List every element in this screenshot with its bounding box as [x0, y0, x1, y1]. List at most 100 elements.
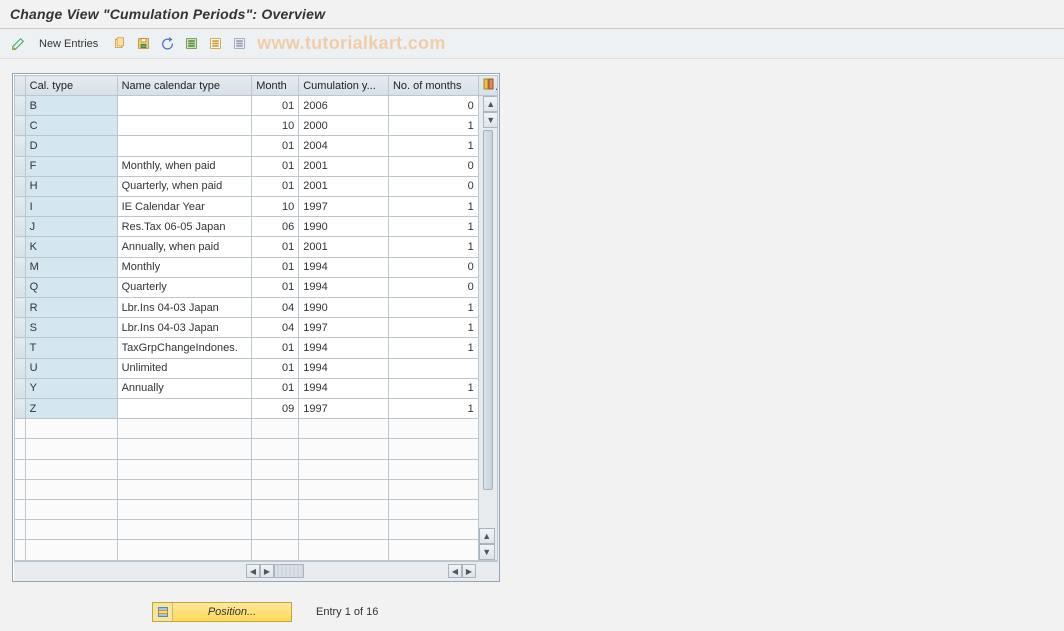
table-row[interactable]: HQuarterly, when paid0120010	[15, 176, 498, 196]
cell-no-months[interactable]: 1	[388, 217, 478, 237]
cell-cal-type[interactable]: S	[25, 318, 117, 338]
col-no-months[interactable]: No. of months	[388, 76, 478, 96]
cell-year[interactable]: 2001	[299, 237, 389, 257]
cumulation-periods-table[interactable]: Cal. type Name calendar type Month Cumul…	[14, 75, 498, 561]
cell-year[interactable]: 2004	[299, 136, 389, 156]
cell-no-months[interactable]: 1	[388, 136, 478, 156]
cell-no-months[interactable]: 0	[388, 257, 478, 277]
row-selector[interactable]	[15, 136, 26, 156]
cell-month[interactable]: 01	[252, 237, 299, 257]
cell-no-months[interactable]: 1	[388, 399, 478, 419]
table-row[interactable]: YAnnually0119941	[15, 378, 498, 398]
cell-no-months[interactable]: 1	[388, 318, 478, 338]
cell-cal-type[interactable]: C	[25, 116, 117, 136]
hscroll-left-icon[interactable]: ◀	[246, 564, 260, 578]
hscroll-thumb[interactable]	[274, 564, 304, 578]
cell-name[interactable]: IE Calendar Year	[117, 197, 252, 217]
cell-month[interactable]: 09	[252, 399, 299, 419]
cell-year[interactable]: 1994	[299, 257, 389, 277]
table-row[interactable]: JRes.Tax 06-05 Japan0619901	[15, 217, 498, 237]
cell-name[interactable]: Annually, when paid	[117, 237, 252, 257]
select-block-icon[interactable]	[205, 35, 225, 53]
cell-cal-type[interactable]: R	[25, 298, 117, 318]
cell-year[interactable]: 2001	[299, 156, 389, 176]
cell-year[interactable]: 1990	[299, 217, 389, 237]
cell-no-months[interactable]: 0	[388, 156, 478, 176]
cell-no-months[interactable]: 0	[388, 277, 478, 297]
cell-name[interactable]	[117, 96, 252, 116]
scroll-thumb[interactable]	[483, 130, 493, 490]
save-icon[interactable]	[133, 35, 153, 53]
cell-cal-type[interactable]: Y	[25, 378, 117, 398]
cell-no-months[interactable]: 1	[388, 378, 478, 398]
row-selector[interactable]	[15, 96, 26, 116]
cell-month[interactable]: 01	[252, 156, 299, 176]
cell-month[interactable]: 01	[252, 338, 299, 358]
cell-name[interactable]: Annually	[117, 378, 252, 398]
row-selector[interactable]	[15, 399, 26, 419]
cell-year[interactable]: 1994	[299, 358, 389, 378]
row-selector[interactable]	[15, 197, 26, 217]
cell-cal-type[interactable]: D	[25, 136, 117, 156]
cell-month[interactable]: 06	[252, 217, 299, 237]
change-icon[interactable]	[8, 35, 28, 53]
row-selector[interactable]	[15, 338, 26, 358]
table-row[interactable]: Z0919971	[15, 399, 498, 419]
scroll-down-icon-2[interactable]: ▼	[479, 544, 495, 560]
cell-cal-type[interactable]: T	[25, 338, 117, 358]
cell-month[interactable]: 10	[252, 116, 299, 136]
table-row[interactable]: KAnnually, when paid0120011	[15, 237, 498, 257]
cell-cal-type[interactable]: B	[25, 96, 117, 116]
undo-icon[interactable]	[157, 35, 177, 53]
cell-month[interactable]: 01	[252, 378, 299, 398]
cell-name[interactable]: Unlimited	[117, 358, 252, 378]
cell-name[interactable]	[117, 136, 252, 156]
rowheader-corner[interactable]	[15, 76, 26, 96]
cell-year[interactable]: 2001	[299, 176, 389, 196]
cell-month[interactable]: 01	[252, 136, 299, 156]
horizontal-scrollbar[interactable]: ◀ ▶ ◀ ▶	[14, 561, 498, 580]
cell-year[interactable]: 2006	[299, 96, 389, 116]
copy-icon[interactable]	[109, 35, 129, 53]
select-all-icon[interactable]	[181, 35, 201, 53]
cell-year[interactable]: 1994	[299, 338, 389, 358]
cell-name[interactable]: Quarterly	[117, 277, 252, 297]
cell-name[interactable]	[117, 399, 252, 419]
cell-name[interactable]: Monthly	[117, 257, 252, 277]
row-selector[interactable]	[15, 318, 26, 338]
col-month[interactable]: Month	[252, 76, 299, 96]
row-selector[interactable]	[15, 156, 26, 176]
new-entries-button[interactable]: New Entries	[32, 35, 105, 53]
row-selector[interactable]	[15, 217, 26, 237]
cell-cal-type[interactable]: I	[25, 197, 117, 217]
cell-month[interactable]: 01	[252, 257, 299, 277]
cell-no-months[interactable]: 1	[388, 338, 478, 358]
cell-no-months[interactable]: 0	[388, 96, 478, 116]
row-selector[interactable]	[15, 277, 26, 297]
cell-year[interactable]: 1997	[299, 318, 389, 338]
cell-name[interactable]: Lbr.Ins 04-03 Japan	[117, 318, 252, 338]
table-row[interactable]: TTaxGrpChangeIndones.0119941	[15, 338, 498, 358]
cell-cal-type[interactable]: J	[25, 217, 117, 237]
scroll-up-icon-2[interactable]: ▲	[479, 528, 495, 544]
scroll-up-icon[interactable]: ▲	[483, 96, 498, 112]
scroll-down-icon[interactable]: ▼	[483, 112, 498, 128]
row-selector[interactable]	[15, 116, 26, 136]
cell-no-months[interactable]: 1	[388, 298, 478, 318]
hscroll-right-icon-2[interactable]: ▶	[462, 564, 476, 578]
cell-month[interactable]: 01	[252, 176, 299, 196]
table-row[interactable]: SLbr.Ins 04-03 Japan0419971	[15, 318, 498, 338]
row-selector[interactable]	[15, 237, 26, 257]
cell-cal-type[interactable]: F	[25, 156, 117, 176]
table-config-icon[interactable]	[478, 76, 497, 96]
cell-name[interactable]	[117, 116, 252, 136]
table-row[interactable]: IIE Calendar Year1019971	[15, 197, 498, 217]
cell-year[interactable]: 1994	[299, 378, 389, 398]
cell-month[interactable]: 01	[252, 96, 299, 116]
cell-no-months[interactable]: 1	[388, 237, 478, 257]
cell-no-months[interactable]: 1	[388, 116, 478, 136]
cell-month[interactable]: 04	[252, 298, 299, 318]
cell-cal-type[interactable]: M	[25, 257, 117, 277]
cell-month[interactable]: 10	[252, 197, 299, 217]
cell-name[interactable]: Monthly, when paid	[117, 156, 252, 176]
